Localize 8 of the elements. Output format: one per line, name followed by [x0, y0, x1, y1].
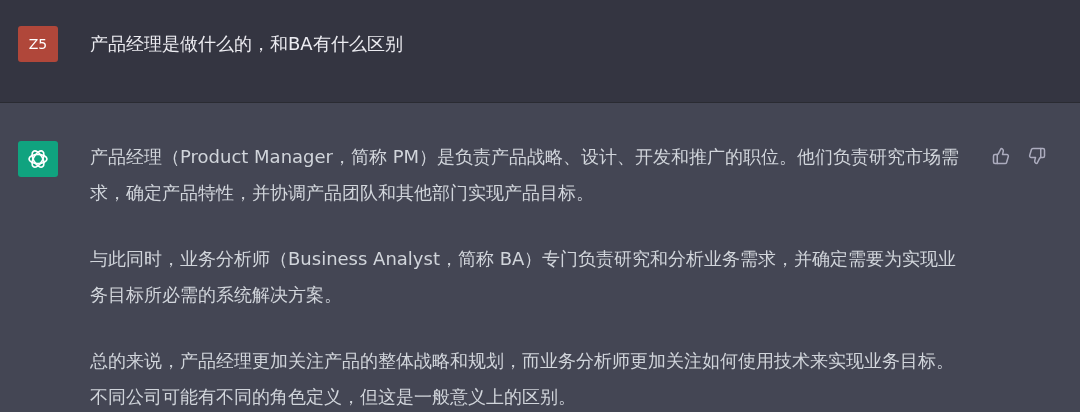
user-message: 产品经理是做什么的，和BA有什么区别 [90, 32, 403, 56]
response-paragraph: 与此同时，业务分析师（Business Analyst，简称 BA）专门负责研究和分析业务需求，并确定需要为实现业务目标所必需的系统解决方案。 [90, 247, 958, 307]
response-paragraph: 总的来说，产品经理更加关注产品的整体战略和规划，而业务分析师更加关注如何使用技术来实现业务目标。不同公司可能有不同的角色定义，但这是一般意义上的区别。 [90, 349, 955, 409]
chatbot-logo-icon [18, 141, 58, 177]
thumbs-down-button[interactable] [1026, 145, 1048, 167]
response-paragraph: 产品经理（Product Manager，简称 PM）是负责产品战略、设计、开发和推广的职位。他们负责研究市场需求，确定产品特性，并协调产品团队和其他部门实现产品目标。 [90, 145, 961, 205]
user-avatar: Z5 [18, 26, 58, 62]
thumbs-up-button[interactable] [990, 145, 1012, 167]
